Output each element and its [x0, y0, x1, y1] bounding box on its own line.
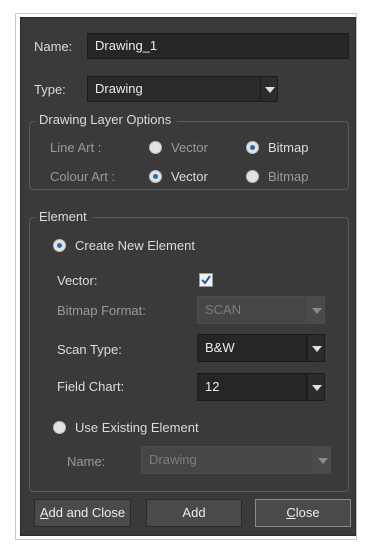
- name-input[interactable]: Drawing_1: [87, 33, 349, 59]
- add-and-close-mnemonic: A: [39, 505, 49, 520]
- scan-type-dropdown[interactable]: B&W: [197, 334, 307, 362]
- line-art-bitmap-radio[interactable]: [246, 141, 259, 154]
- colour-art-vector-label[interactable]: Vector: [171, 169, 208, 184]
- colour-art-bitmap-radio[interactable]: [246, 170, 259, 183]
- line-art-bitmap-label[interactable]: Bitmap: [268, 140, 308, 155]
- close-button[interactable]: Close: [255, 499, 351, 527]
- create-new-element-label[interactable]: Create New Element: [75, 238, 195, 253]
- close-mnemonic: C: [286, 505, 296, 520]
- existing-name-dropdown[interactable]: Drawing: [141, 446, 313, 474]
- line-art-vector-radio[interactable]: [149, 141, 162, 154]
- chevron-down-icon: [318, 458, 328, 464]
- colour-art-vector-radio[interactable]: [149, 170, 162, 183]
- chevron-down-icon: [312, 346, 322, 352]
- colour-art-label: Colour Art :: [50, 169, 116, 184]
- add-and-close-label: dd and Close: [48, 505, 126, 520]
- bitmap-format-label: Bitmap Format:: [57, 303, 146, 318]
- name-label: Name:: [34, 39, 73, 54]
- type-label: Type:: [34, 82, 66, 97]
- existing-name-label: Name:: [67, 454, 106, 469]
- drawing-layer-options-title: Drawing Layer Options: [35, 112, 178, 128]
- field-chart-dropdown[interactable]: 12: [197, 373, 307, 401]
- close-label: lose: [295, 505, 320, 520]
- bitmap-format-dropdown-button[interactable]: [307, 296, 325, 324]
- type-dropdown[interactable]: Drawing: [87, 76, 261, 102]
- use-existing-element-label[interactable]: Use Existing Element: [75, 420, 199, 435]
- chevron-down-icon: [312, 385, 322, 391]
- vector-label: Vector:: [57, 273, 98, 288]
- chevron-down-icon: [265, 87, 275, 93]
- type-dropdown-button[interactable]: [260, 76, 278, 102]
- create-new-element-radio[interactable]: [53, 239, 66, 252]
- vector-checkbox[interactable]: [199, 273, 213, 287]
- line-art-label: Line Art :: [50, 140, 102, 155]
- field-chart-dropdown-button[interactable]: [307, 373, 325, 401]
- add-button[interactable]: Add: [146, 499, 242, 527]
- bitmap-format-dropdown[interactable]: SCAN: [197, 296, 307, 324]
- line-art-vector-label[interactable]: Vector: [171, 140, 208, 155]
- add-and-close-button[interactable]: Add and Close: [34, 499, 131, 527]
- existing-name-dropdown-button[interactable]: [313, 446, 331, 474]
- field-chart-label: Field Chart:: [57, 379, 125, 394]
- colour-art-bitmap-label[interactable]: Bitmap: [268, 169, 308, 184]
- chevron-down-icon: [312, 308, 322, 314]
- scan-type-dropdown-button[interactable]: [307, 334, 325, 362]
- checkmark-icon: [201, 275, 211, 285]
- scan-type-label: Scan Type:: [57, 342, 122, 357]
- use-existing-element-radio[interactable]: [53, 421, 66, 434]
- element-title: Element: [35, 209, 93, 225]
- add-drawing-layer-dialog: Name: Drawing_1 Type: Drawing Drawing La…: [20, 17, 356, 536]
